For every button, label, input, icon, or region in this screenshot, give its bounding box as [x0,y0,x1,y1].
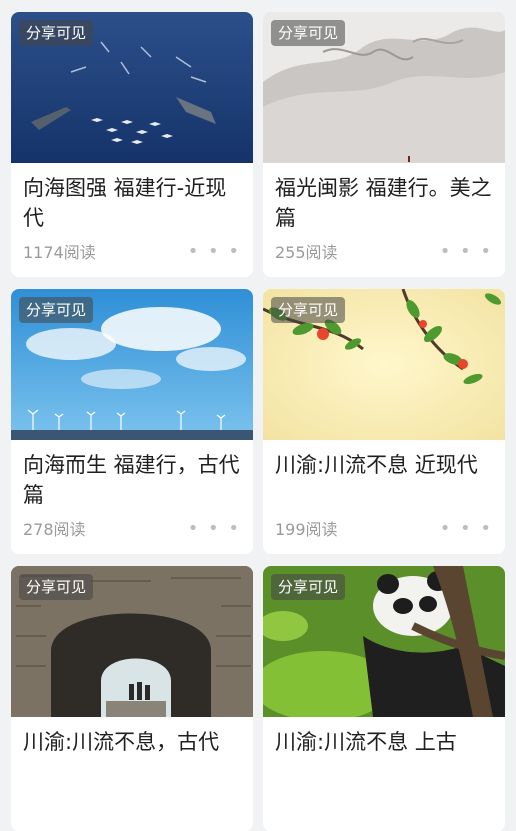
article-meta: 255阅读 • • • [275,239,493,263]
more-options-icon[interactable]: • • • [188,518,241,539]
article-title[interactable]: 福光闽影 福建行。美之篇 [275,173,493,233]
article-card[interactable]: 分享可见 川渝:川流不息，古代 [11,566,253,831]
article-thumbnail[interactable]: 分享可见 [263,566,505,717]
article-thumbnail[interactable]: 分享可见 [263,289,505,440]
more-options-icon[interactable]: • • • [440,518,493,539]
article-title[interactable]: 川渝:川流不息 近现代 [275,450,493,510]
article-title[interactable]: 川渝:川流不息，古代 [23,727,241,787]
more-options-icon[interactable]: • • • [188,241,241,262]
article-thumbnail[interactable]: 分享可见 [11,12,253,163]
article-title[interactable]: 向海图强 福建行-近现代 [23,173,241,233]
share-visible-badge: 分享可见 [19,574,94,600]
share-visible-badge: 分享可见 [19,297,94,323]
article-card[interactable]: 分享可见 川渝:川流不息 上古 [263,566,505,831]
article-card[interactable]: 分享可见 川渝:川流不息 近现代 199阅读 • • • [263,289,505,554]
read-count: 278阅读 [23,520,86,539]
article-card[interactable]: 分享可见 向海图强 福建行-近现代 1174阅读 • • • [11,12,253,277]
article-card[interactable]: 分享可见 向海而生 福建行，古代篇 278阅读 • • • [11,289,253,554]
article-meta: 199阅读 • • • [275,516,493,540]
article-grid: 分享可见 向海图强 福建行-近现代 1174阅读 • • • 分享可见 福光闽影… [11,12,505,831]
article-thumbnail[interactable]: 分享可见 [11,289,253,440]
share-visible-badge: 分享可见 [271,574,346,600]
article-thumbnail[interactable]: 分享可见 [11,566,253,717]
share-visible-badge: 分享可见 [271,20,346,46]
share-visible-badge: 分享可见 [271,297,346,323]
article-card[interactable]: 分享可见 福光闽影 福建行。美之篇 255阅读 • • • [263,12,505,277]
article-thumbnail[interactable]: 分享可见 [263,12,505,163]
article-meta: 1174阅读 • • • [23,239,241,263]
read-count: 255阅读 [275,243,338,262]
read-count: 199阅读 [275,520,338,539]
article-title[interactable]: 川渝:川流不息 上古 [275,727,493,787]
read-count: 1174阅读 [23,243,96,262]
more-options-icon[interactable]: • • • [440,241,493,262]
article-meta: 278阅读 • • • [23,516,241,540]
share-visible-badge: 分享可见 [19,20,94,46]
article-title[interactable]: 向海而生 福建行，古代篇 [23,450,241,510]
